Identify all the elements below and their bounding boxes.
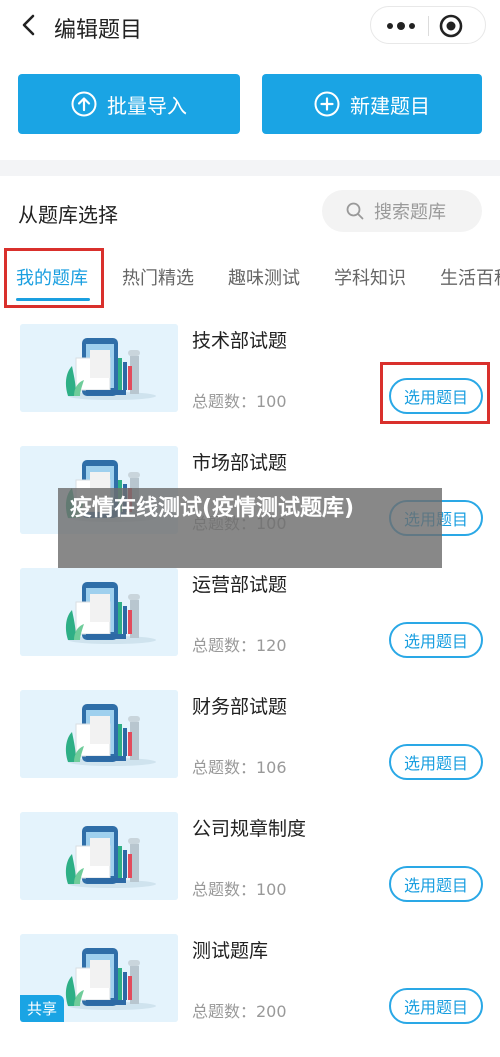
book-illustration-icon bbox=[20, 690, 178, 778]
bank-name: 测试题库 bbox=[192, 940, 269, 962]
question-count: 总题数：100 bbox=[192, 880, 287, 899]
highlight-box bbox=[4, 248, 104, 308]
batch-import-button[interactable]: 批量导入 bbox=[18, 74, 240, 134]
bank-name: 公司规章制度 bbox=[192, 818, 307, 840]
select-questions-button[interactable]: 选用题目 bbox=[389, 866, 483, 902]
highlight-box bbox=[380, 362, 490, 424]
new-question-label: 新建题目 bbox=[350, 93, 430, 118]
book-illustration-icon bbox=[20, 324, 178, 412]
question-count: 总题数：100 bbox=[192, 392, 287, 411]
question-bank-item: 运营部试题总题数：120 选用题目 bbox=[0, 564, 500, 684]
bank-name: 技术部试题 bbox=[192, 330, 288, 352]
book-illustration-icon bbox=[20, 812, 178, 900]
book-illustration-icon bbox=[20, 568, 178, 656]
search-icon bbox=[346, 202, 364, 220]
bank-thumbnail bbox=[20, 690, 178, 778]
capsule-divider bbox=[428, 16, 429, 36]
question-bank-item: 公司规章制度 总题数：100 选用题目 bbox=[0, 808, 500, 928]
question-count: 总题数：120 bbox=[192, 636, 287, 655]
bank-thumbnail bbox=[20, 324, 178, 412]
bank-thumbnail: 共享 bbox=[20, 934, 178, 1022]
question-count: 总题数：106 bbox=[192, 758, 287, 777]
bank-name: 市场部试题 bbox=[192, 452, 288, 474]
question-bank-item: 共享 测试题库总题数：200 选用题目 bbox=[0, 930, 500, 1050]
tab-life-encyclopedia[interactable]: 生活百科 bbox=[440, 264, 500, 290]
page-title: 编辑题目 bbox=[54, 18, 143, 43]
nav-bar: 编辑题目 bbox=[0, 0, 500, 52]
bank-name: 运营部试题 bbox=[192, 574, 288, 596]
more-button[interactable] bbox=[379, 7, 423, 45]
tab-hot-picks[interactable]: 热门精选 bbox=[122, 264, 194, 290]
question-bank-section: 从题库选择 搜索题库 我的题库 热门精选 趣味测试 学科知识 生活百科 技术部试… bbox=[0, 176, 500, 1057]
add-circle-icon bbox=[314, 91, 340, 117]
action-bar: 批量导入 新建题目 bbox=[0, 52, 500, 160]
bank-thumbnail bbox=[20, 568, 178, 656]
mini-program-capsule bbox=[370, 6, 486, 44]
chevron-left-icon bbox=[22, 14, 35, 36]
bank-name: 财务部试题 bbox=[192, 696, 288, 718]
search-input[interactable]: 搜索题库 bbox=[322, 190, 482, 232]
select-questions-button[interactable]: 选用题目 bbox=[389, 622, 483, 658]
tab-subject-knowledge[interactable]: 学科知识 bbox=[334, 264, 406, 290]
close-target-icon[interactable] bbox=[439, 14, 463, 38]
caption-text: 疫情在线测试(疫情测试题库) bbox=[70, 496, 355, 521]
bank-thumbnail bbox=[20, 812, 178, 900]
batch-import-label: 批量导入 bbox=[107, 93, 187, 118]
caption-overlay: 疫情在线测试(疫情测试题库) bbox=[58, 488, 442, 568]
shared-badge: 共享 bbox=[20, 995, 65, 1022]
section-title: 从题库选择 bbox=[18, 203, 118, 227]
select-questions-button[interactable]: 选用题目 bbox=[389, 988, 483, 1024]
new-question-button[interactable]: 新建题目 bbox=[262, 74, 482, 134]
dot-icon bbox=[387, 23, 393, 29]
upload-circle-icon bbox=[71, 91, 97, 117]
dot-icon bbox=[409, 23, 415, 29]
select-questions-button[interactable]: 选用题目 bbox=[389, 744, 483, 780]
tab-fun-tests[interactable]: 趣味测试 bbox=[228, 264, 300, 290]
question-count: 总题数：200 bbox=[192, 1002, 287, 1021]
question-bank-item: 财务部试题总题数：106 选用题目 bbox=[0, 686, 500, 806]
back-button[interactable] bbox=[14, 10, 44, 40]
search-placeholder: 搜索题库 bbox=[374, 202, 446, 223]
dot-icon bbox=[397, 22, 405, 30]
